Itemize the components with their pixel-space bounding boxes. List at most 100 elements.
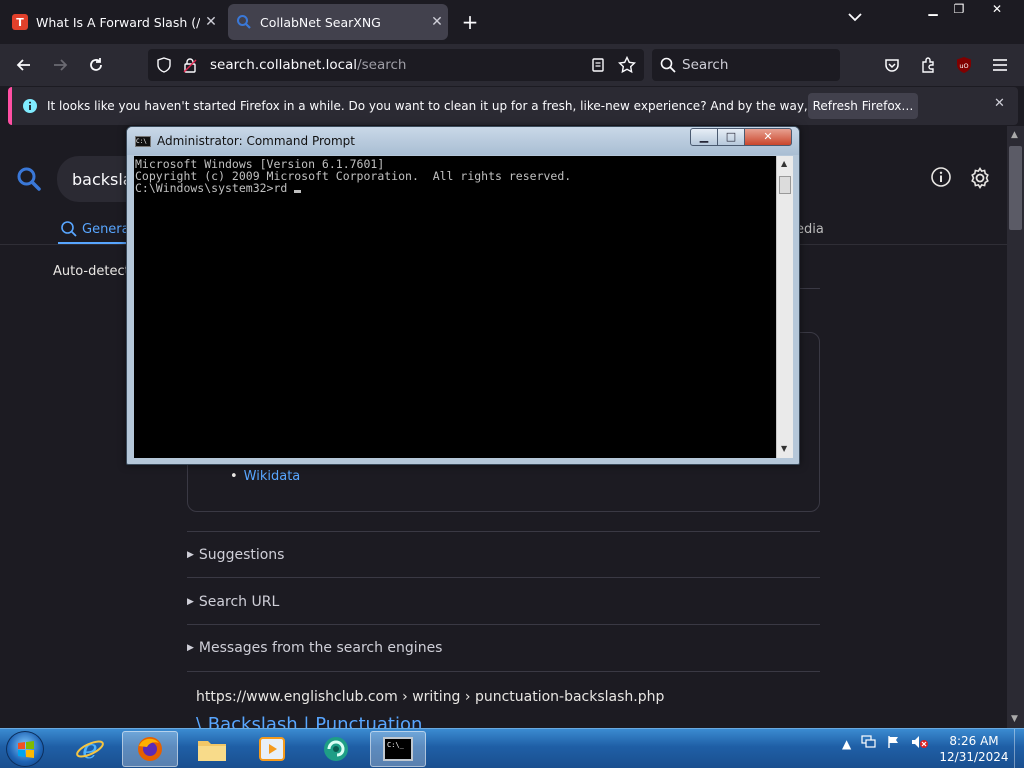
restore-window-icon[interactable]: ❐ <box>944 0 974 20</box>
extensions-puzzle-icon[interactable] <box>914 52 942 78</box>
page-scrollbar[interactable]: ▲ ▼ <box>1007 126 1024 728</box>
result-title-link[interactable]: \ Backslash | Punctuation <box>196 714 422 728</box>
refresh-firefox-button[interactable]: Refresh Firefox… <box>808 93 918 119</box>
tab-favicon: T <box>12 14 28 30</box>
list-all-tabs-icon[interactable] <box>848 10 862 26</box>
close-notification-icon[interactable]: ✕ <box>994 96 1005 111</box>
tab-collabnet-searxng[interactable]: CollabNet SearXNG ✕ <box>228 4 448 40</box>
address-bar[interactable]: search.collabnet.local/search <box>148 49 644 81</box>
tab-title: What Is A Forward Slash (/) & H <box>36 14 200 30</box>
close-window-icon[interactable]: ✕ <box>980 0 1014 20</box>
folder-icon <box>198 741 226 761</box>
category-tab-general[interactable]: General <box>60 220 133 238</box>
tab-title: CollabNet SearXNG <box>260 14 381 30</box>
url-host: search.collabnet.local <box>210 57 358 73</box>
search-url-toggle[interactable]: ▶ Search URL <box>187 594 820 610</box>
preferences-gear-icon[interactable] <box>968 166 992 194</box>
info-icon <box>22 98 38 118</box>
disclosure-triangle-icon: ▶ <box>187 643 194 653</box>
searxng-favicon-icon <box>236 14 252 30</box>
section-label: Search URL <box>198 594 280 610</box>
tab-forward-slash[interactable]: T What Is A Forward Slash (/) & H ✕ <box>4 4 222 40</box>
clock-date: 12/31/2024 <box>939 750 1009 764</box>
firefox-icon <box>138 737 162 761</box>
windows-logo-icon <box>18 741 34 758</box>
list-bullet: • <box>230 469 238 484</box>
windows-taskbar: e C:\_ ▲ 8:26 AM 12/31/2024 <box>0 728 1024 768</box>
ublock-origin-icon[interactable]: uO <box>950 52 978 78</box>
url-text: search.collabnet.local/search <box>210 57 406 73</box>
media-player-taskbar-button[interactable] <box>244 731 300 767</box>
section-label: Suggestions <box>198 547 285 563</box>
command-prompt-icon: C:\_ <box>383 737 413 761</box>
search-bar[interactable]: Search <box>652 49 840 81</box>
tracking-shield-icon[interactable] <box>156 57 172 77</box>
divider <box>187 671 820 672</box>
about-info-icon[interactable] <box>930 166 952 192</box>
command-prompt-taskbar-button[interactable]: C:\_ <box>370 731 426 767</box>
cmd-minimize-button[interactable]: ▁ <box>690 128 718 146</box>
cmd-window-icon: C:\ <box>135 136 151 147</box>
divider <box>187 624 820 625</box>
cmd-window-title: Administrator: Command Prompt <box>157 134 355 148</box>
scroll-down-arrow-icon[interactable]: ▼ <box>1011 714 1018 724</box>
divider <box>187 577 820 578</box>
navigation-toolbar: search.collabnet.local/search Search uO <box>0 44 1024 86</box>
close-tab-icon[interactable]: ✕ <box>426 14 448 30</box>
language-autodetect[interactable]: Auto-detect <box>53 264 130 279</box>
notification-message: It looks like you haven't started Firefo… <box>47 99 903 113</box>
show-desktop-button[interactable] <box>1014 729 1024 768</box>
cmd-maximize-button[interactable]: □ <box>717 128 745 146</box>
text-cursor <box>294 190 302 193</box>
scrollbar-thumb[interactable] <box>1009 146 1022 230</box>
engine-messages-toggle[interactable]: ▶ Messages from the search engines <box>187 640 820 656</box>
forward-arrow-icon[interactable] <box>46 52 74 78</box>
system-clock[interactable]: 8:26 AM 12/31/2024 <box>938 733 1010 765</box>
start-button[interactable] <box>6 731 44 767</box>
firefox-taskbar-button[interactable] <box>122 731 178 767</box>
wikidata-link-label: Wikidata <box>243 469 301 484</box>
searxng-logo-icon[interactable] <box>16 166 42 196</box>
bookmark-star-icon[interactable] <box>617 55 637 78</box>
volume-muted-icon[interactable] <box>911 735 929 752</box>
network-icon[interactable] <box>861 735 877 752</box>
lock-icon[interactable] <box>182 57 198 77</box>
back-arrow-icon[interactable] <box>10 52 38 78</box>
result-url[interactable]: https://www.englishclub.com › writing › … <box>196 689 664 705</box>
scroll-down-arrow-icon[interactable]: ▼ <box>781 444 787 453</box>
tab-bar: T What Is A Forward Slash (/) & H ✕ Coll… <box>0 0 1024 44</box>
console-line: C:\Windows\system32>rd <box>135 181 295 195</box>
firefox-notification-bar: It looks like you haven't started Firefo… <box>8 87 1018 125</box>
clock-time: 8:26 AM <box>949 734 999 748</box>
show-hidden-icons-icon[interactable]: ▲ <box>842 737 851 751</box>
cmd-scrollbar[interactable]: ▲ ▼ <box>776 156 793 458</box>
url-path: /search <box>357 57 407 73</box>
cmd-close-button[interactable]: ✕ <box>744 128 792 146</box>
reader-view-icon[interactable] <box>590 57 606 77</box>
category-tab-media[interactable]: edia <box>796 222 824 237</box>
wikidata-link[interactable]: • Wikidata <box>230 469 300 484</box>
scroll-up-arrow-icon[interactable]: ▲ <box>1011 130 1018 140</box>
disclosure-triangle-icon: ▶ <box>187 597 194 607</box>
command-prompt-window[interactable]: C:\ Administrator: Command Prompt ▁ □ ✕ … <box>126 126 800 465</box>
suggestions-toggle[interactable]: ▶ Suggestions <box>187 547 820 563</box>
close-tab-icon[interactable]: ✕ <box>200 14 222 30</box>
search-placeholder: Search <box>682 57 729 73</box>
cmd-title-bar[interactable]: C:\ Administrator: Command Prompt ▁ □ ✕ <box>127 127 799 155</box>
cmd-console-output[interactable]: Microsoft Windows [Version 6.1.7601] Copy… <box>134 156 776 458</box>
svg-text:e: e <box>82 735 97 764</box>
console-prompt-line: C:\Windows\system32>rd <box>135 182 776 194</box>
pocket-icon[interactable] <box>878 52 906 78</box>
action-center-flag-icon[interactable] <box>887 735 901 752</box>
reload-icon[interactable] <box>82 52 110 78</box>
scroll-up-arrow-icon[interactable]: ▲ <box>781 159 787 168</box>
app-taskbar-button[interactable] <box>308 731 364 767</box>
file-explorer-taskbar-button[interactable] <box>184 731 240 767</box>
internet-explorer-icon: e <box>76 735 104 764</box>
new-tab-icon[interactable]: + <box>458 10 482 34</box>
app-swirl-icon <box>324 737 348 761</box>
search-icon <box>61 221 77 237</box>
menu-hamburger-icon[interactable] <box>986 52 1014 78</box>
cmd-scrollbar-thumb[interactable] <box>779 176 791 194</box>
internet-explorer-taskbar-button[interactable]: e <box>62 731 118 767</box>
